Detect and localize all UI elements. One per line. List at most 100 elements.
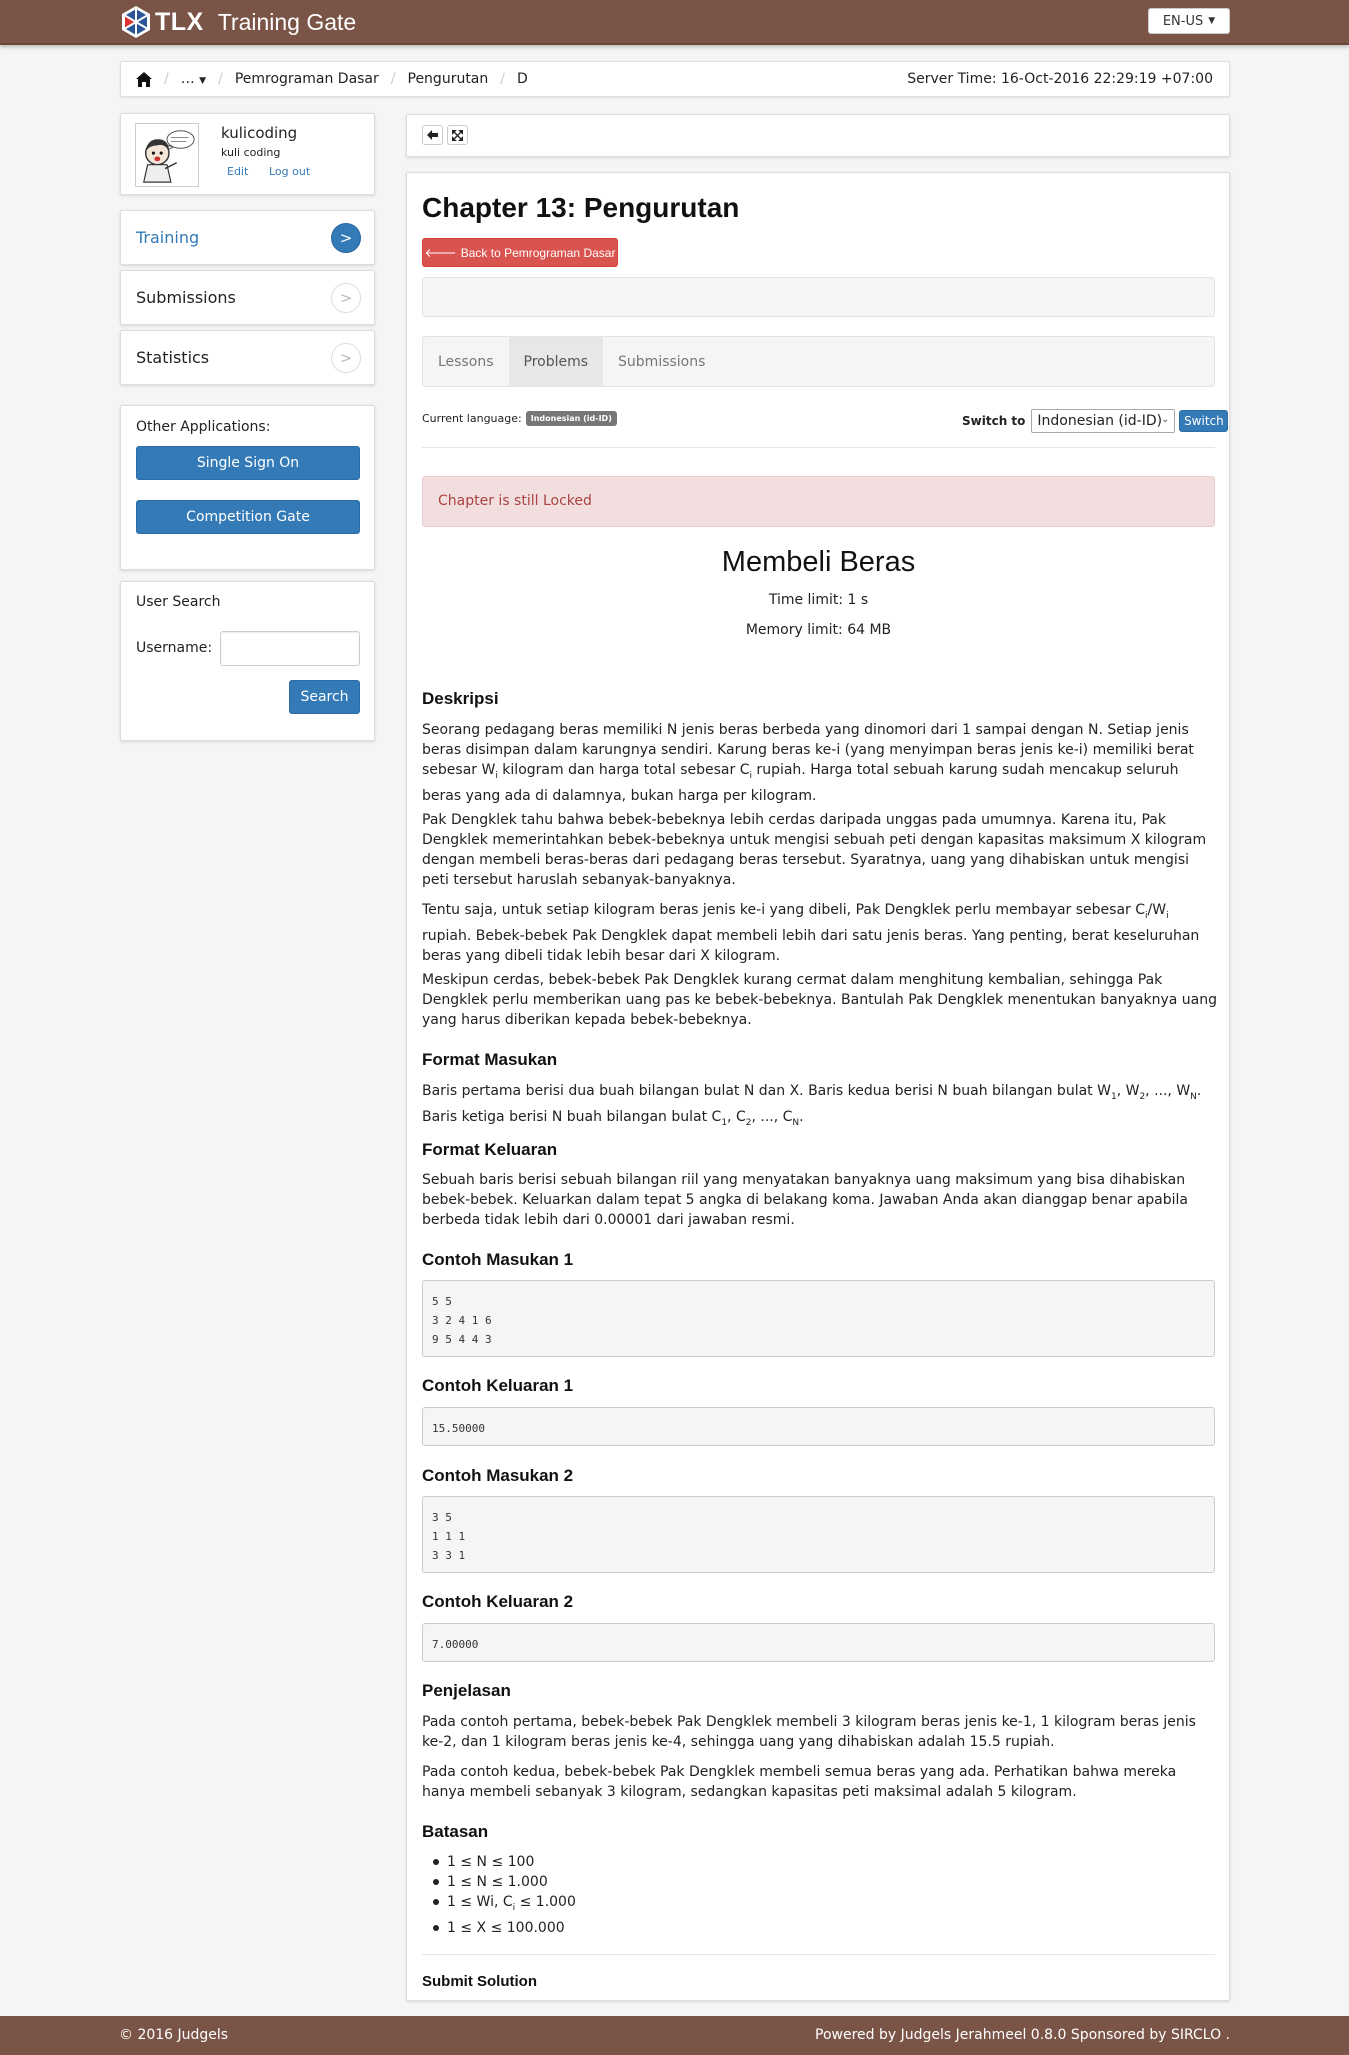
fullscreen-icon <box>452 129 463 141</box>
logout-link[interactable]: Log out <box>269 165 310 178</box>
format-keluaran-text: Sebuah baris berisi sebuah bilangan riil… <box>422 1172 1188 1228</box>
section-contoh-keluaran-1: Contoh Keluaran 1 <box>422 1376 574 1395</box>
current-language-label: Current language: <box>422 412 522 425</box>
switch-to-label: Switch to <box>962 414 1026 428</box>
breadcrumb-separator: / <box>218 71 223 87</box>
competition-gate-button[interactable]: Competition Gate <box>136 500 360 534</box>
chapter-info-well <box>422 277 1215 317</box>
switch-language-button[interactable]: Switch <box>1179 410 1229 432</box>
language-switcher: Switch to Indonesian (id-ID) ⌄ Switch <box>962 409 1229 433</box>
breadcrumb-item-course[interactable]: Pemrograman Dasar <box>235 71 379 87</box>
edit-profile-link[interactable]: Edit <box>227 165 248 178</box>
tab-lessons[interactable]: Lessons <box>423 337 509 386</box>
divider <box>422 1954 1215 1955</box>
sidebar-item-label: Statistics <box>136 348 210 367</box>
other-applications-title: Other Applications: <box>136 419 271 435</box>
main-toolbar <box>406 114 1230 157</box>
footer: © 2016 Judgels Powered by Judgels Jerahm… <box>0 2016 1349 2055</box>
sidebar-item-statistics[interactable]: Statistics > <box>120 330 375 385</box>
user-search-title: User Search <box>136 594 221 610</box>
breadcrumb: / … ▼ / Pemrograman Dasar / Pengurutan /… <box>120 61 1230 97</box>
footer-copyright: © 2016 Judgels <box>119 2027 229 2043</box>
current-language: Current language: Indonesian (id-ID) <box>422 411 617 426</box>
sample-input-2: 3 5 1 1 1 3 3 1 <box>422 1496 1215 1573</box>
section-deskripsi: Deskripsi <box>422 689 499 708</box>
language-dropdown[interactable]: EN-US ▼ <box>1148 8 1230 34</box>
user-search-panel: User Search Username: Search <box>120 581 375 741</box>
chevron-down-icon: ⌄ <box>1161 414 1170 425</box>
chevron-right-icon: > <box>331 283 361 313</box>
chapter-title: Chapter 13: Pengurutan <box>422 192 740 223</box>
home-icon[interactable] <box>136 71 152 87</box>
search-button[interactable]: Search <box>289 680 360 714</box>
section-penjelasan: Penjelasan <box>422 1681 511 1700</box>
username-label: Username: <box>136 640 213 656</box>
breadcrumb-item-problem[interactable]: D <box>517 71 528 87</box>
section-contoh-masukan-1: Contoh Masukan 1 <box>422 1250 574 1269</box>
avatar[interactable] <box>135 123 199 187</box>
username-input[interactable] <box>220 631 360 666</box>
profile-username: kulicoding <box>221 124 298 142</box>
format-masukan-text: Baris pertama berisi dua buah bilangan b… <box>422 1083 1202 1128</box>
tab-submissions[interactable]: Submissions <box>603 337 720 386</box>
caret-down-icon: ▼ <box>199 76 207 86</box>
section-format-keluaran: Format Keluaran <box>422 1140 558 1159</box>
sample-output-2: 7.00000 <box>422 1623 1215 1662</box>
desc-paragraph-1: Seorang pedagang beras memiliki N jenis … <box>422 722 1194 804</box>
language-label: EN-US <box>1162 13 1204 29</box>
other-applications-panel: Other Applications: Single Sign On Compe… <box>120 405 375 570</box>
submit-solution-heading: Submit Solution <box>422 1973 537 1990</box>
brand-short: TLX <box>155 7 204 36</box>
breadcrumb-separator: / <box>390 71 396 87</box>
section-batasan: Batasan <box>422 1822 489 1841</box>
sidebar-item-training[interactable]: Training > <box>120 210 375 265</box>
desc-paragraph-4: Meskipun cerdas, bebek-bebek Pak Dengkle… <box>422 972 1217 1028</box>
breadcrumb-item-chapter[interactable]: Pengurutan <box>408 71 489 87</box>
arrow-left-icon <box>427 130 438 140</box>
time-limit: Time limit: 1 s <box>768 592 869 608</box>
section-format-masukan: Format Masukan <box>422 1050 558 1069</box>
chevron-right-icon: > <box>331 343 361 373</box>
footer-powered-by[interactable]: Powered by Judgels Jerahmeel 0.8.0 Spons… <box>815 2027 1230 2043</box>
app-name: Training Gate <box>217 8 357 35</box>
tlx-logo-icon <box>122 6 150 38</box>
list-item: 1 ≤ N ≤ 1.000 <box>433 1872 576 1892</box>
chapter-tabs: Lessons Problems Submissions <box>422 336 1215 387</box>
penjelasan-paragraph-1: Pada contoh pertama, bebek-bebek Pak Den… <box>422 1714 1196 1750</box>
profile-fullname: kuli coding <box>221 146 281 159</box>
back-to-course-button[interactable]: 🡐 Back to Pemrograman Dasar <box>422 238 618 267</box>
divider <box>422 447 1215 448</box>
batasan-list: 1 ≤ N ≤ 100 1 ≤ N ≤ 1.000 1 ≤ Wi, Ci ≤ 1… <box>433 1852 576 1938</box>
server-time: Server Time: 16-Oct-2016 22:29:19 +07:00 <box>907 71 1213 87</box>
tab-problems[interactable]: Problems <box>508 337 604 386</box>
main-content: Chapter 13: Pengurutan 🡐 Back to Pemrogr… <box>406 172 1230 2001</box>
single-sign-on-button[interactable]: Single Sign On <box>136 446 360 480</box>
back-arrow-button[interactable] <box>422 125 443 145</box>
section-contoh-masukan-2: Contoh Masukan 2 <box>422 1466 574 1485</box>
list-item: 1 ≤ X ≤ 100.000 <box>433 1918 576 1938</box>
sidebar-item-label: Training <box>136 228 200 247</box>
list-item: 1 ≤ Wi, Ci ≤ 1.000 <box>433 1892 576 1918</box>
list-item: 1 ≤ N ≤ 100 <box>433 1852 576 1872</box>
desc-paragraph-3: Tentu saja, untuk setiap kilogram beras … <box>422 902 1200 964</box>
locked-alert: Chapter is still Locked <box>422 476 1215 527</box>
arrow-left-icon: 🡐 <box>424 246 457 260</box>
desc-paragraph-2: Pak Dengklek tahu bahwa bebek-bebeknya l… <box>422 812 1207 888</box>
breadcrumb-separator: / <box>164 71 169 87</box>
profile-card: kulicoding kuli coding Edit Log out <box>120 113 375 195</box>
breadcrumb-ellipsis-dropdown[interactable]: … ▼ <box>181 71 206 87</box>
sidebar-item-submissions[interactable]: Submissions > <box>120 270 375 325</box>
language-select[interactable]: Indonesian (id-ID) ⌄ <box>1031 409 1176 433</box>
memory-limit: Memory limit: 64 MB <box>745 622 892 638</box>
sidebar-item-label: Submissions <box>136 288 236 307</box>
fullscreen-button[interactable] <box>447 125 468 145</box>
caret-down-icon: ▼ <box>1208 16 1216 26</box>
breadcrumb-separator: / <box>500 71 505 87</box>
section-contoh-keluaran-2: Contoh Keluaran 2 <box>422 1592 574 1611</box>
current-language-badge: Indonesian (id-ID) <box>525 411 617 426</box>
top-navbar: TLX Training Gate EN-US ▼ <box>0 0 1349 45</box>
back-button-label: Back to Pemrograman Dasar <box>460 245 616 260</box>
penjelasan-paragraph-2: Pada contoh kedua, bebek-bebek Pak Dengk… <box>422 1764 1177 1800</box>
chevron-right-icon: > <box>331 223 361 253</box>
brand[interactable]: TLX Training Gate <box>119 5 356 39</box>
